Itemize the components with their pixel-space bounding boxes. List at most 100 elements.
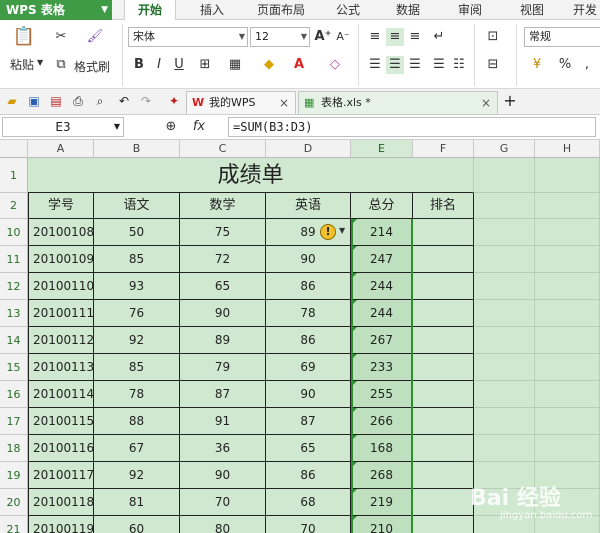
number-format-select[interactable]: 常规 [524,27,600,47]
table-cell-rank[interactable] [413,219,474,246]
grid-cell[interactable] [535,300,600,327]
table-cell[interactable]: 20100112 [28,327,94,354]
distribute-icon[interactable]: ☷ [450,56,468,74]
grid-cell[interactable] [474,354,535,381]
table-cell[interactable]: 36 [180,435,266,462]
row-header[interactable]: 1 [0,158,28,193]
table-cell[interactable]: 75 [180,219,266,246]
app-logo-menu[interactable]: WPS 表格 ▼ [0,0,112,20]
grid-cell[interactable] [474,327,535,354]
doc-tab-spreadsheet[interactable]: ▦ 表格.xls * × [298,91,498,114]
save-icon[interactable]: ▣ [26,93,42,109]
table-cell[interactable]: 233 [351,354,413,381]
italic-icon[interactable]: I [150,56,168,74]
currency-icon[interactable]: ¥ [528,56,546,74]
table-cell[interactable]: 267 [351,327,413,354]
table-header-cell[interactable]: 总分 [351,193,413,219]
table-cell[interactable]: 93 [94,273,180,300]
table-cell[interactable]: 90 [180,462,266,489]
grid-cell[interactable] [474,273,535,300]
grid-cell[interactable] [474,300,535,327]
table-header-cell[interactable]: 数学 [180,193,266,219]
align-top-icon[interactable]: ≡ [366,28,384,46]
grid-cell[interactable] [535,435,600,462]
table-cell[interactable]: 76 [94,300,180,327]
function-icon[interactable]: fx [188,118,210,136]
column-header[interactable]: E [351,140,413,158]
table-cell[interactable]: 168 [351,435,413,462]
table-cell[interactable]: 50 [94,219,180,246]
table-cell[interactable]: 90 [180,300,266,327]
merge-center-icon[interactable]: ⊡ [484,28,502,46]
table-cell-rank[interactable] [413,435,474,462]
row-header[interactable]: 18 [0,435,28,462]
font-size-select[interactable]: 12 ▼ [250,27,310,47]
format-painter-button[interactable]: 格式刷 [74,58,110,75]
table-cell[interactable]: 78 [266,300,351,327]
grid-cell[interactable] [474,158,535,193]
pdf-icon[interactable]: ▤ [48,93,64,109]
align-bottom-icon[interactable]: ≡ [406,28,424,46]
grid-cell[interactable] [535,193,600,219]
table-cell[interactable]: 65 [180,273,266,300]
table-cell[interactable]: 86 [266,462,351,489]
table-cell[interactable]: 88 [94,408,180,435]
table-cell[interactable]: 69 [266,354,351,381]
table-cell[interactable]: 67 [94,435,180,462]
table-cell[interactable]: 20100111 [28,300,94,327]
table-cell[interactable]: 244 [351,273,413,300]
bold-icon[interactable]: B [130,56,148,74]
column-header[interactable]: G [474,140,535,158]
table-cell-rank[interactable] [413,327,474,354]
table-cell[interactable]: 60 [94,516,180,533]
table-cell[interactable]: 268 [351,462,413,489]
tab-insert[interactable]: 插入 [190,0,234,20]
tab-formulas[interactable]: 公式 [326,0,370,20]
chevron-down-icon[interactable]: ▼ [339,226,345,235]
column-header[interactable]: H [535,140,600,158]
table-cell[interactable]: 65 [266,435,351,462]
sheet-title[interactable]: 成绩单 [28,158,474,193]
preview-icon[interactable]: ⌕ [92,93,108,109]
table-cell[interactable]: 86 [266,273,351,300]
grid-cell[interactable] [535,354,600,381]
tab-data[interactable]: 数据 [386,0,430,20]
select-all-corner[interactable] [0,140,28,158]
table-cell[interactable]: 255 [351,381,413,408]
close-icon[interactable]: × [481,92,491,114]
fill-color-icon[interactable]: ◆ [260,56,278,74]
shrink-font-icon[interactable]: A⁻ [334,28,352,46]
tab-view[interactable]: 视图 [510,0,554,20]
table-cell[interactable]: 20100108 [28,219,94,246]
align-center-icon[interactable]: ☰ [386,56,404,74]
grid-cell[interactable] [535,381,600,408]
wrap-text-icon[interactable]: ↵ [430,28,448,46]
table-cell[interactable]: 68 [266,489,351,516]
tab-review[interactable]: 审阅 [448,0,492,20]
table-cell-rank[interactable] [413,462,474,489]
table-cell[interactable]: 210 [351,516,413,533]
table-header-cell[interactable]: 英语 [266,193,351,219]
table-cell[interactable]: 266 [351,408,413,435]
merge-icon[interactable]: ▦ [226,56,244,74]
table-cell[interactable]: 70 [180,489,266,516]
comma-icon[interactable]: , [578,56,596,74]
table-cell-rank[interactable] [413,381,474,408]
table-cell[interactable]: 219 [351,489,413,516]
clear-format-icon[interactable]: ◇ [326,56,344,74]
table-cell[interactable]: 247 [351,246,413,273]
table-cell[interactable]: 20100114 [28,381,94,408]
table-cell[interactable]: 20100119 [28,516,94,533]
redo-icon[interactable]: ↷ [138,93,154,109]
grid-cell[interactable] [474,193,535,219]
formula-input[interactable]: =SUM(B3:D3) [228,117,596,137]
grid-cell[interactable] [535,273,600,300]
table-cell[interactable]: 91 [180,408,266,435]
name-box[interactable]: E3 ▼ [2,117,124,137]
table-cell[interactable]: 92 [94,327,180,354]
warning-icon[interactable]: ! [320,224,336,240]
table-cell[interactable]: 90 [266,246,351,273]
font-name-select[interactable]: 宋体 ▼ [128,27,248,47]
column-header[interactable]: F [413,140,474,158]
table-cell[interactable]: 244 [351,300,413,327]
